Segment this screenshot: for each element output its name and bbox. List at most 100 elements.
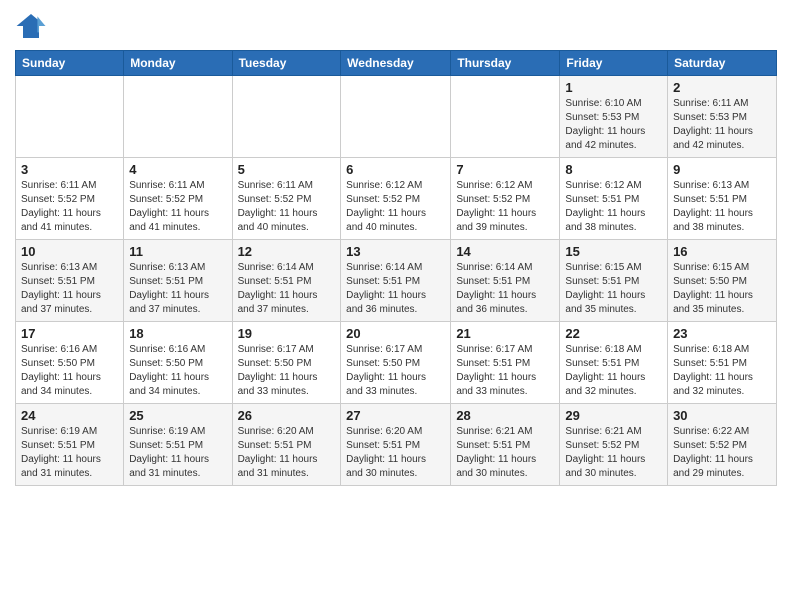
calendar-cell	[232, 76, 341, 158]
day-number: 2	[673, 80, 771, 95]
day-number: 15	[565, 244, 662, 259]
day-info: Sunrise: 6:17 AMSunset: 5:50 PMDaylight:…	[238, 343, 336, 399]
day-number: 23	[673, 326, 771, 341]
calendar-cell	[124, 76, 232, 158]
day-info: Sunrise: 6:18 AMSunset: 5:51 PMDaylight:…	[565, 343, 662, 399]
calendar-cell: 11 Sunrise: 6:13 AMSunset: 5:51 PMDayligh…	[124, 240, 232, 322]
day-info: Sunrise: 6:22 AMSunset: 5:52 PMDaylight:…	[673, 425, 771, 481]
day-header-sunday: Sunday	[16, 51, 124, 76]
calendar-cell: 21 Sunrise: 6:17 AMSunset: 5:51 PMDayligh…	[451, 322, 560, 404]
day-info: Sunrise: 6:16 AMSunset: 5:50 PMDaylight:…	[21, 343, 118, 399]
day-info: Sunrise: 6:13 AMSunset: 5:51 PMDaylight:…	[129, 261, 226, 317]
day-info: Sunrise: 6:19 AMSunset: 5:51 PMDaylight:…	[129, 425, 226, 481]
day-number: 14	[456, 244, 554, 259]
day-number: 19	[238, 326, 336, 341]
day-info: Sunrise: 6:12 AMSunset: 5:52 PMDaylight:…	[346, 179, 445, 235]
day-number: 4	[129, 162, 226, 177]
day-number: 12	[238, 244, 336, 259]
calendar-cell: 17 Sunrise: 6:16 AMSunset: 5:50 PMDayligh…	[16, 322, 124, 404]
day-number: 18	[129, 326, 226, 341]
page: SundayMondayTuesdayWednesdayThursdayFrid…	[0, 0, 792, 612]
day-number: 11	[129, 244, 226, 259]
day-info: Sunrise: 6:11 AMSunset: 5:52 PMDaylight:…	[238, 179, 336, 235]
calendar-cell: 8 Sunrise: 6:12 AMSunset: 5:51 PMDaylight…	[560, 158, 668, 240]
calendar-cell: 22 Sunrise: 6:18 AMSunset: 5:51 PMDayligh…	[560, 322, 668, 404]
calendar-cell: 24 Sunrise: 6:19 AMSunset: 5:51 PMDayligh…	[16, 404, 124, 486]
day-number: 21	[456, 326, 554, 341]
day-info: Sunrise: 6:14 AMSunset: 5:51 PMDaylight:…	[456, 261, 554, 317]
day-info: Sunrise: 6:13 AMSunset: 5:51 PMDaylight:…	[21, 261, 118, 317]
day-info: Sunrise: 6:16 AMSunset: 5:50 PMDaylight:…	[129, 343, 226, 399]
day-number: 28	[456, 408, 554, 423]
calendar-cell: 13 Sunrise: 6:14 AMSunset: 5:51 PMDayligh…	[341, 240, 451, 322]
day-number: 13	[346, 244, 445, 259]
calendar-cell: 25 Sunrise: 6:19 AMSunset: 5:51 PMDayligh…	[124, 404, 232, 486]
day-header-wednesday: Wednesday	[341, 51, 451, 76]
day-info: Sunrise: 6:18 AMSunset: 5:51 PMDaylight:…	[673, 343, 771, 399]
calendar-cell: 1Sunrise: 6:10 AMSunset: 5:53 PMDaylight…	[560, 76, 668, 158]
calendar-cell: 3Sunrise: 6:11 AMSunset: 5:52 PMDaylight…	[16, 158, 124, 240]
calendar-cell: 15 Sunrise: 6:15 AMSunset: 5:51 PMDayligh…	[560, 240, 668, 322]
calendar-cell: 16 Sunrise: 6:15 AMSunset: 5:50 PMDayligh…	[668, 240, 777, 322]
calendar-cell: 10 Sunrise: 6:13 AMSunset: 5:51 PMDayligh…	[16, 240, 124, 322]
day-number: 10	[21, 244, 118, 259]
day-info: Sunrise: 6:17 AMSunset: 5:50 PMDaylight:…	[346, 343, 445, 399]
calendar-cell: 29 Sunrise: 6:21 AMSunset: 5:52 PMDayligh…	[560, 404, 668, 486]
day-info: Sunrise: 6:11 AMSunset: 5:53 PMDaylight:…	[673, 97, 771, 153]
day-info: Sunrise: 6:19 AMSunset: 5:51 PMDaylight:…	[21, 425, 118, 481]
logo-icon	[15, 10, 47, 42]
day-number: 22	[565, 326, 662, 341]
day-number: 17	[21, 326, 118, 341]
day-number: 3	[21, 162, 118, 177]
calendar-cell: 23 Sunrise: 6:18 AMSunset: 5:51 PMDayligh…	[668, 322, 777, 404]
day-number: 29	[565, 408, 662, 423]
calendar-table: SundayMondayTuesdayWednesdayThursdayFrid…	[15, 50, 777, 486]
day-header-thursday: Thursday	[451, 51, 560, 76]
calendar-header: SundayMondayTuesdayWednesdayThursdayFrid…	[16, 51, 777, 76]
calendar-cell: 14 Sunrise: 6:14 AMSunset: 5:51 PMDayligh…	[451, 240, 560, 322]
day-info: Sunrise: 6:15 AMSunset: 5:51 PMDaylight:…	[565, 261, 662, 317]
week-row-4: 24 Sunrise: 6:19 AMSunset: 5:51 PMDayligh…	[16, 404, 777, 486]
day-info: Sunrise: 6:12 AMSunset: 5:51 PMDaylight:…	[565, 179, 662, 235]
calendar-cell	[16, 76, 124, 158]
day-info: Sunrise: 6:21 AMSunset: 5:52 PMDaylight:…	[565, 425, 662, 481]
calendar-cell: 26 Sunrise: 6:20 AMSunset: 5:51 PMDayligh…	[232, 404, 341, 486]
day-header-tuesday: Tuesday	[232, 51, 341, 76]
calendar-cell: 12Sunrise: 6:14 AMSunset: 5:51 PMDayligh…	[232, 240, 341, 322]
week-row-3: 17 Sunrise: 6:16 AMSunset: 5:50 PMDayligh…	[16, 322, 777, 404]
day-info: Sunrise: 6:10 AMSunset: 5:53 PMDaylight:…	[565, 97, 662, 153]
day-header-monday: Monday	[124, 51, 232, 76]
day-info: Sunrise: 6:14 AMSunset: 5:51 PMDaylight:…	[346, 261, 445, 317]
day-info: Sunrise: 6:20 AMSunset: 5:51 PMDaylight:…	[238, 425, 336, 481]
day-number: 20	[346, 326, 445, 341]
day-number: 8	[565, 162, 662, 177]
day-number: 26	[238, 408, 336, 423]
calendar-cell: 7Sunrise: 6:12 AMSunset: 5:52 PMDaylight…	[451, 158, 560, 240]
calendar-cell: 27Sunrise: 6:20 AMSunset: 5:51 PMDayligh…	[341, 404, 451, 486]
day-number: 9	[673, 162, 771, 177]
day-info: Sunrise: 6:17 AMSunset: 5:51 PMDaylight:…	[456, 343, 554, 399]
day-number: 30	[673, 408, 771, 423]
day-info: Sunrise: 6:11 AMSunset: 5:52 PMDaylight:…	[129, 179, 226, 235]
day-number: 6	[346, 162, 445, 177]
calendar-cell	[341, 76, 451, 158]
day-info: Sunrise: 6:21 AMSunset: 5:51 PMDaylight:…	[456, 425, 554, 481]
calendar-cell: 30 Sunrise: 6:22 AMSunset: 5:52 PMDayligh…	[668, 404, 777, 486]
calendar-body: 1Sunrise: 6:10 AMSunset: 5:53 PMDaylight…	[16, 76, 777, 486]
calendar-cell: 28 Sunrise: 6:21 AMSunset: 5:51 PMDayligh…	[451, 404, 560, 486]
calendar-cell: 20 Sunrise: 6:17 AMSunset: 5:50 PMDayligh…	[341, 322, 451, 404]
week-row-1: 3 Sunrise: 6:11 AMSunset: 5:52 PMDaylight…	[16, 158, 777, 240]
week-row-0: 1Sunrise: 6:10 AMSunset: 5:53 PMDaylight…	[16, 76, 777, 158]
day-info: Sunrise: 6:12 AMSunset: 5:52 PMDaylight:…	[456, 179, 554, 235]
calendar-cell: 6 Sunrise: 6:12 AMSunset: 5:52 PMDaylight…	[341, 158, 451, 240]
calendar-cell: 9Sunrise: 6:13 AMSunset: 5:51 PMDaylight…	[668, 158, 777, 240]
calendar-cell: 2 Sunrise: 6:11 AMSunset: 5:53 PMDaylight…	[668, 76, 777, 158]
day-number: 5	[238, 162, 336, 177]
day-number: 24	[21, 408, 118, 423]
calendar-cell	[451, 76, 560, 158]
day-info: Sunrise: 6:15 AMSunset: 5:50 PMDaylight:…	[673, 261, 771, 317]
day-number: 16	[673, 244, 771, 259]
day-number: 25	[129, 408, 226, 423]
week-row-2: 10 Sunrise: 6:13 AMSunset: 5:51 PMDayligh…	[16, 240, 777, 322]
day-header-friday: Friday	[560, 51, 668, 76]
